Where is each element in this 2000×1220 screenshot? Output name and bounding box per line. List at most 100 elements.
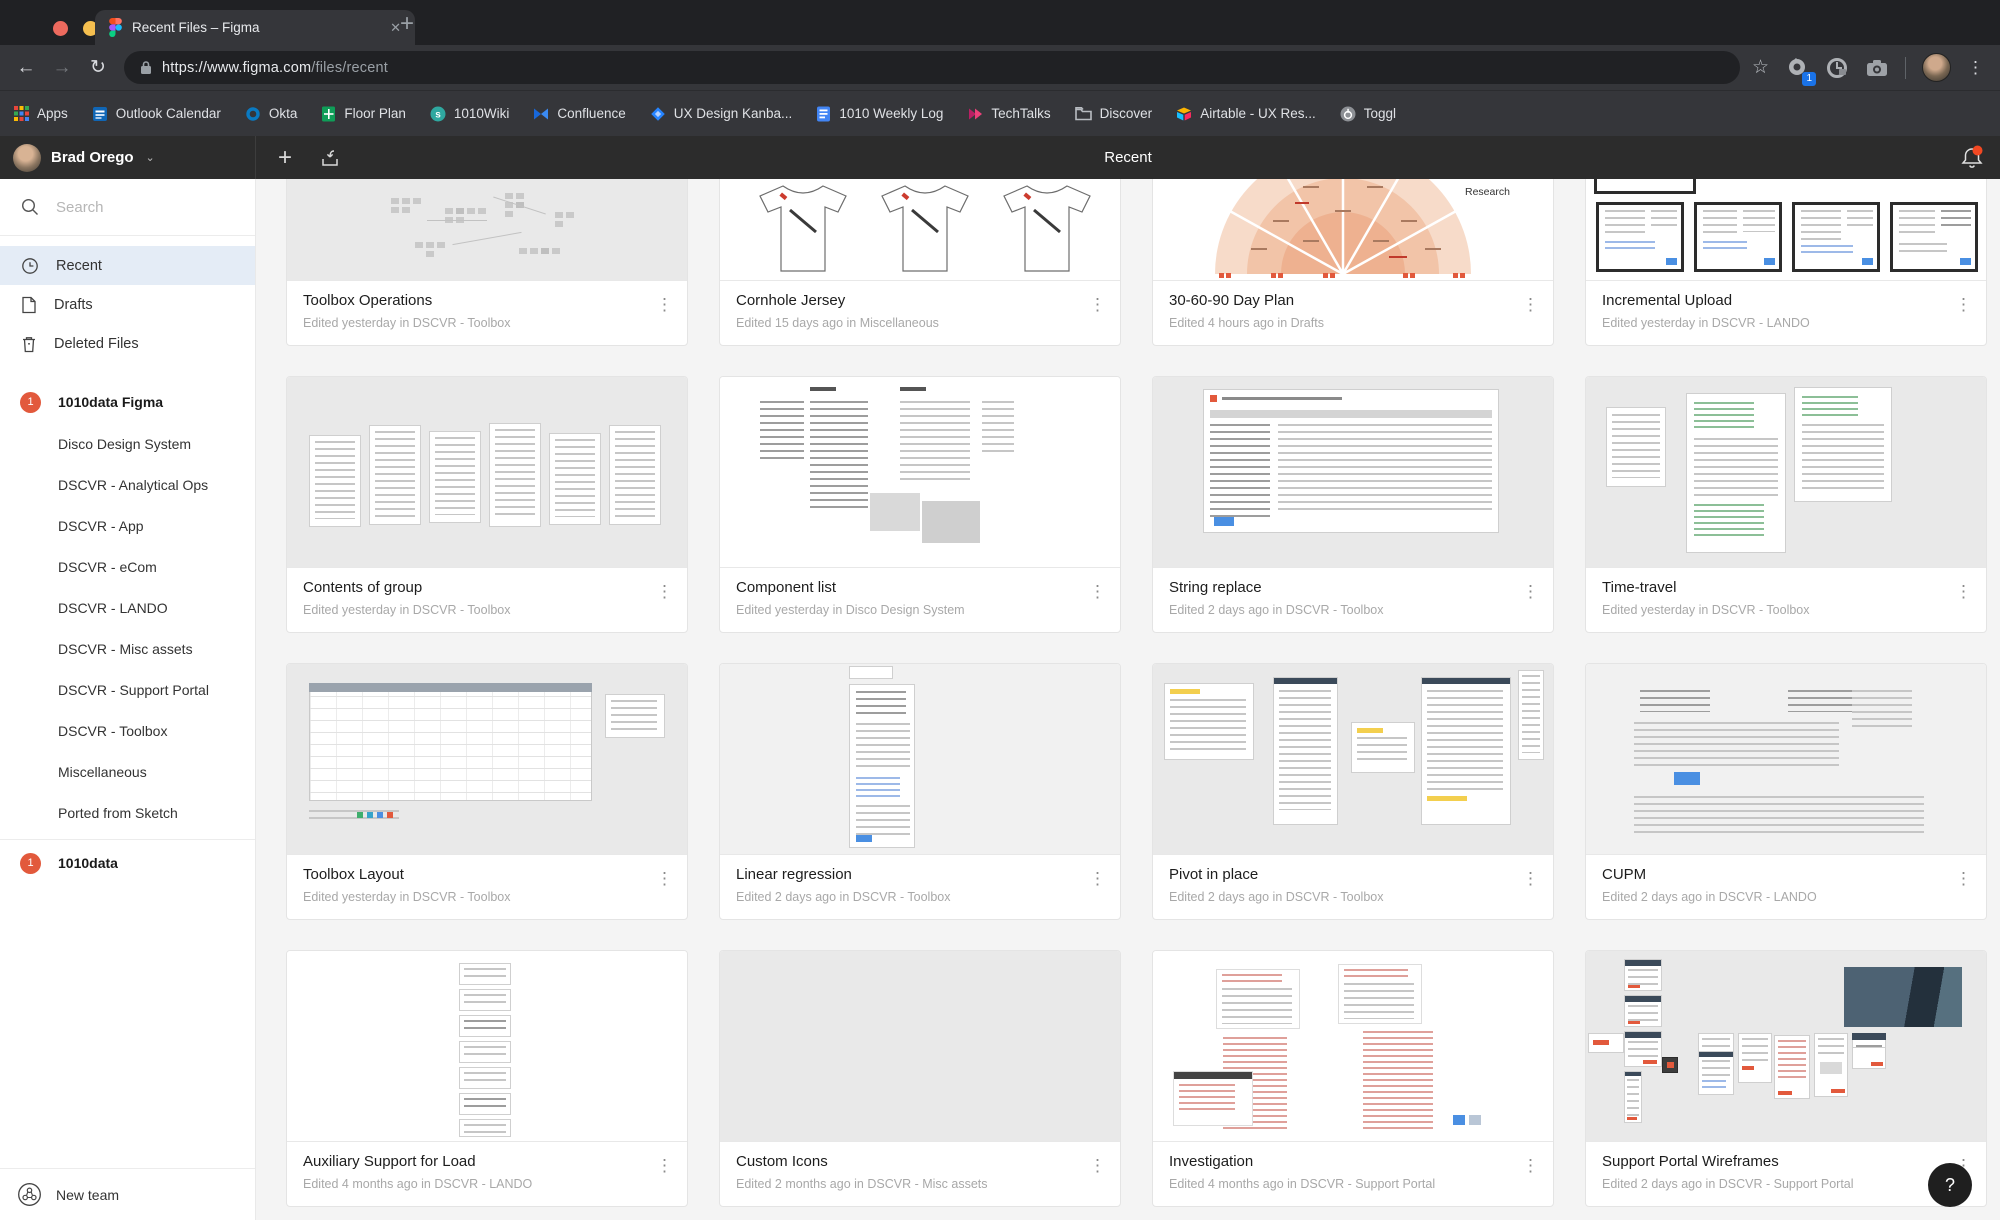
file-card[interactable]: Pivot in place Edited 2 days ago in DSCV… xyxy=(1152,663,1554,920)
bookmark-outlook-calendar[interactable]: Outlook Calendar xyxy=(92,106,221,122)
sidebar-project-dscvr-analytical-ops[interactable]: DSCVR - Analytical Ops xyxy=(0,464,255,505)
chrome-menu-icon[interactable]: ⋮ xyxy=(1967,58,1984,78)
file-card[interactable]: Auxiliary Support for Load Edited 4 mont… xyxy=(286,950,688,1207)
new-file-button[interactable]: + xyxy=(278,148,292,168)
file-card[interactable]: Toolbox Layout Edited yesterday in DSCVR… xyxy=(286,663,688,920)
file-card[interactable]: Cornhole Jersey Edited 15 days ago in Mi… xyxy=(719,179,1121,346)
file-thumbnail[interactable] xyxy=(1153,664,1553,855)
address-bar[interactable]: https://www.figma.com/files/recent xyxy=(124,51,1740,84)
sidebar-project-dscvr-ecom[interactable]: DSCVR - eCom xyxy=(0,546,255,587)
file-thumbnail[interactable] xyxy=(287,179,687,281)
file-menu-button[interactable]: ⋮ xyxy=(1522,870,1539,887)
file-menu-button[interactable]: ⋮ xyxy=(656,1157,673,1174)
file-card[interactable]: Custom Icons Edited 2 months ago in DSCV… xyxy=(719,950,1121,1207)
file-menu-button[interactable]: ⋮ xyxy=(1522,583,1539,600)
bookmark-airtable[interactable]: Airtable - UX Res... xyxy=(1176,106,1316,122)
bookmark-floor-plan[interactable]: Floor Plan xyxy=(321,106,406,122)
file-thumbnail[interactable]: Research xyxy=(1153,179,1553,281)
forward-icon[interactable]: → xyxy=(44,57,80,79)
user-name: Brad Orego xyxy=(51,149,134,166)
file-thumbnail[interactable] xyxy=(287,951,687,1142)
bookmark-ux-design-kanban[interactable]: UX Design Kanba... xyxy=(650,106,793,122)
bookmark-1010-weekly-log[interactable]: 1010 Weekly Log xyxy=(816,106,943,122)
import-icon[interactable] xyxy=(320,148,340,168)
file-thumbnail[interactable] xyxy=(1586,951,1986,1142)
search-input[interactable]: Search xyxy=(0,179,255,235)
file-card[interactable]: Investigation Edited 4 months ago in DSC… xyxy=(1152,950,1554,1207)
file-thumbnail[interactable] xyxy=(287,664,687,855)
file-thumbnail[interactable] xyxy=(1586,377,1986,568)
file-thumbnail[interactable] xyxy=(720,951,1120,1142)
browser-profile-avatar[interactable] xyxy=(1922,53,1951,82)
sidebar-item-recent[interactable]: Recent xyxy=(0,246,255,285)
bookmark-toggl[interactable]: Toggl xyxy=(1340,106,1396,122)
camera-extension-icon[interactable] xyxy=(1865,56,1889,80)
file-card[interactable]: Support Portal Wireframes Edited 2 days … xyxy=(1585,950,1987,1207)
file-menu-button[interactable]: ⋮ xyxy=(1089,870,1106,887)
bookmark-confluence[interactable]: Confluence xyxy=(533,106,625,122)
file-menu-button[interactable]: ⋮ xyxy=(1089,296,1106,313)
sidebar-project-dscvr-lando[interactable]: DSCVR - LANDO xyxy=(0,587,255,628)
doc-icon xyxy=(816,106,831,122)
file-menu-button[interactable]: ⋮ xyxy=(1089,1157,1106,1174)
account-switcher[interactable]: Brad Orego ⌄ xyxy=(0,136,256,179)
bookmark-label: TechTalks xyxy=(991,106,1050,121)
bookmark-techtalks[interactable]: TechTalks xyxy=(967,106,1050,122)
bookmark-star-icon[interactable]: ☆ xyxy=(1752,56,1769,79)
bookmark-1010wiki[interactable]: s 1010Wiki xyxy=(430,106,510,122)
help-button[interactable]: ? xyxy=(1928,1163,1972,1207)
file-menu-button[interactable]: ⋮ xyxy=(656,583,673,600)
file-thumbnail[interactable] xyxy=(1153,951,1553,1142)
extension-clock-icon[interactable] xyxy=(1825,56,1849,80)
back-icon[interactable]: ← xyxy=(8,57,44,79)
file-thumbnail[interactable] xyxy=(720,664,1120,855)
file-card[interactable]: Toolbox Operations Edited yesterday in D… xyxy=(286,179,688,346)
sidebar-item-drafts[interactable]: Drafts xyxy=(0,285,255,324)
file-card[interactable]: CUPM Edited 2 days ago in DSCVR - LANDO … xyxy=(1585,663,1987,920)
window-close-button[interactable] xyxy=(53,21,68,36)
file-thumbnail[interactable] xyxy=(1586,664,1986,855)
reload-icon[interactable]: ↻ xyxy=(80,56,116,79)
sidebar-item-deleted-files[interactable]: Deleted Files xyxy=(0,324,255,363)
file-card[interactable]: Contents of group Edited yesterday in DS… xyxy=(286,376,688,633)
sidebar-team-1010data-figma[interactable]: 1 1010data Figma xyxy=(0,381,255,423)
extension-loom-icon[interactable]: 1 xyxy=(1785,56,1809,80)
sidebar-project-ported-from-sketch[interactable]: Ported from Sketch xyxy=(0,792,255,833)
new-tab-button[interactable]: + xyxy=(400,12,414,36)
bookmark-label: Outlook Calendar xyxy=(116,106,221,121)
notifications-button[interactable] xyxy=(1960,145,1984,176)
file-menu-button[interactable]: ⋮ xyxy=(656,296,673,313)
file-thumbnail[interactable] xyxy=(720,377,1120,568)
bookmark-discover[interactable]: Discover xyxy=(1075,106,1153,121)
okta-icon xyxy=(245,106,261,122)
file-thumbnail[interactable] xyxy=(1586,179,1986,281)
bookmark-okta[interactable]: Okta xyxy=(245,106,298,122)
file-card[interactable]: Time-travel Edited yesterday in DSCVR - … xyxy=(1585,376,1987,633)
file-card[interactable]: Component list Edited yesterday in Disco… xyxy=(719,376,1121,633)
sidebar-project-disco-design-system[interactable]: Disco Design System xyxy=(0,423,255,464)
sidebar-project-dscvr-misc-assets[interactable]: DSCVR - Misc assets xyxy=(0,628,255,669)
file-menu-button[interactable]: ⋮ xyxy=(1522,296,1539,313)
file-card[interactable]: Research 30-60-90 Day Plan Edited 4 hour… xyxy=(1152,179,1554,346)
sidebar-team-1010data[interactable]: 1 1010data xyxy=(0,842,255,884)
bookmark-apps[interactable]: Apps xyxy=(14,106,68,121)
file-card[interactable]: String replace Edited 2 days ago in DSCV… xyxy=(1152,376,1554,633)
file-thumbnail[interactable] xyxy=(720,179,1120,281)
sidebar-project-dscvr-app[interactable]: DSCVR - App xyxy=(0,505,255,546)
browser-tab[interactable]: Recent Files – Figma ✕ xyxy=(95,10,415,45)
new-team-button[interactable]: New team xyxy=(0,1168,255,1220)
file-menu-button[interactable]: ⋮ xyxy=(1955,870,1972,887)
file-menu-button[interactable]: ⋮ xyxy=(1955,583,1972,600)
file-menu-button[interactable]: ⋮ xyxy=(1089,583,1106,600)
file-thumbnail[interactable] xyxy=(287,377,687,568)
file-menu-button[interactable]: ⋮ xyxy=(1955,296,1972,313)
file-menu-button[interactable]: ⋮ xyxy=(656,870,673,887)
file-card[interactable]: Incremental Upload Edited yesterday in D… xyxy=(1585,179,1987,346)
file-title: Auxiliary Support for Load xyxy=(303,1153,671,1170)
sidebar-project-dscvr-support-portal[interactable]: DSCVR - Support Portal xyxy=(0,669,255,710)
sidebar-project-miscellaneous[interactable]: Miscellaneous xyxy=(0,751,255,792)
file-thumbnail[interactable] xyxy=(1153,377,1553,568)
file-menu-button[interactable]: ⋮ xyxy=(1522,1157,1539,1174)
file-card[interactable]: Linear regression Edited 2 days ago in D… xyxy=(719,663,1121,920)
sidebar-project-dscvr-toolbox[interactable]: DSCVR - Toolbox xyxy=(0,710,255,751)
